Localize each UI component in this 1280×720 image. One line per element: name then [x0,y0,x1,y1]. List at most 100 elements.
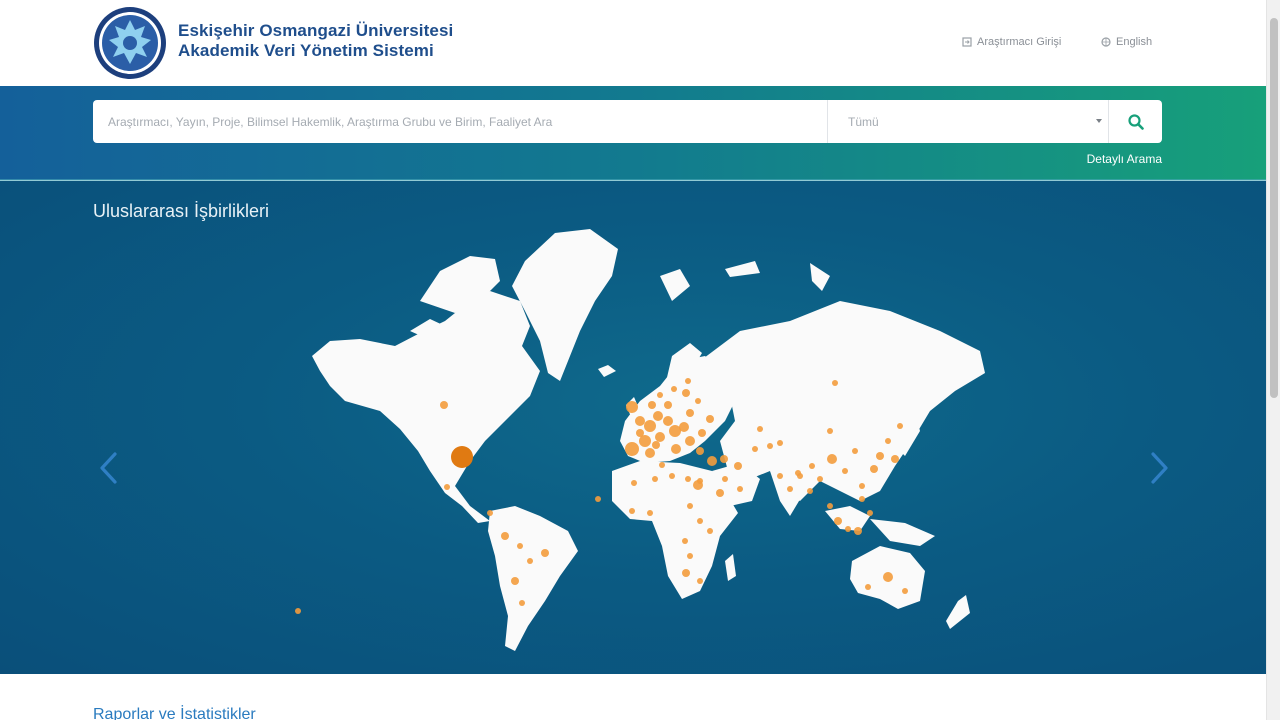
collaboration-marker[interactable] [652,441,660,449]
english-link[interactable]: English [1101,36,1152,48]
collaboration-marker[interactable] [842,468,848,474]
collaboration-marker[interactable] [511,577,519,585]
collaboration-marker[interactable] [807,488,813,494]
collaboration-marker[interactable] [885,438,891,444]
chevron-left-icon[interactable] [97,451,121,485]
collaboration-marker[interactable] [752,446,758,452]
collaboration-marker[interactable] [795,470,801,476]
collaboration-marker[interactable] [663,416,673,426]
collaboration-marker[interactable] [902,588,908,594]
university-logo[interactable] [93,6,167,80]
world-map[interactable] [290,221,1010,661]
collaboration-marker[interactable] [451,446,473,468]
collaboration-marker[interactable] [722,476,728,482]
collaboration-marker[interactable] [809,463,815,469]
collaboration-marker[interactable] [682,569,690,577]
collaboration-marker[interactable] [664,401,672,409]
collaboration-marker[interactable] [697,518,703,524]
collaboration-marker[interactable] [659,462,665,468]
collaboration-marker[interactable] [595,496,601,502]
collaboration-marker[interactable] [679,422,689,432]
collaboration-marker[interactable] [626,401,638,413]
collaboration-marker[interactable] [834,517,842,525]
advanced-search-link[interactable]: Detaylı Arama [1087,152,1162,166]
collaboration-marker[interactable] [655,432,665,442]
collaboration-marker[interactable] [734,462,742,470]
collaboration-marker[interactable] [669,473,675,479]
collaboration-marker[interactable] [541,549,549,557]
page-scrollbar[interactable] [1266,0,1280,720]
collaboration-marker[interactable] [876,452,884,460]
collaboration-marker[interactable] [827,503,833,509]
collaboration-marker[interactable] [631,480,637,486]
search-input[interactable]: Araştırmacı, Yayın, Proje, Bilimsel Hake… [93,100,828,143]
collaboration-marker[interactable] [653,411,663,421]
collaboration-marker[interactable] [648,401,656,409]
collaboration-marker[interactable] [707,528,713,534]
collaboration-marker[interactable] [832,380,838,386]
collaboration-marker[interactable] [647,510,653,516]
collaboration-marker[interactable] [687,503,693,509]
collaboration-marker[interactable] [444,484,450,490]
collaboration-marker[interactable] [671,444,681,454]
collaboration-marker[interactable] [706,415,714,423]
collaboration-marker[interactable] [652,476,658,482]
collaboration-marker[interactable] [693,480,703,490]
collaboration-marker[interactable] [827,454,837,464]
researcher-login-link[interactable]: Araştırmacı Girişi [962,36,1061,48]
collaboration-marker[interactable] [629,508,635,514]
collaboration-marker[interactable] [636,429,644,437]
site-title[interactable]: Eskişehir Osmangazi Üniversitesi Akademi… [178,21,453,61]
collaboration-marker[interactable] [870,465,878,473]
collaboration-marker[interactable] [867,510,873,516]
collaboration-marker[interactable] [859,496,865,502]
collaboration-marker[interactable] [645,448,655,458]
collaboration-marker[interactable] [845,526,851,532]
collaboration-marker[interactable] [787,486,793,492]
collaboration-marker[interactable] [757,426,763,432]
collaboration-marker[interactable] [767,443,773,449]
collaboration-marker[interactable] [697,578,703,584]
collaboration-marker[interactable] [685,476,691,482]
collaboration-marker[interactable] [716,489,724,497]
collaboration-marker[interactable] [854,527,862,535]
collaboration-marker[interactable] [440,401,448,409]
chevron-right-icon[interactable] [1147,451,1171,485]
collaboration-marker[interactable] [295,608,301,614]
collaboration-marker[interactable] [644,420,656,432]
collaboration-marker[interactable] [737,486,743,492]
collaboration-marker[interactable] [865,584,871,590]
collaboration-marker[interactable] [686,409,694,417]
collaboration-marker[interactable] [671,386,677,392]
collaboration-marker[interactable] [487,510,493,516]
scrollbar-thumb[interactable] [1270,18,1278,398]
collaboration-marker[interactable] [696,447,704,455]
collaboration-marker[interactable] [897,423,903,429]
collaboration-marker[interactable] [827,428,833,434]
collaboration-marker[interactable] [635,416,645,426]
collaboration-marker[interactable] [682,389,690,397]
collaboration-marker[interactable] [695,398,701,404]
collaboration-marker[interactable] [852,448,858,454]
search-button[interactable] [1109,100,1162,143]
collaboration-marker[interactable] [519,600,525,606]
collaboration-marker[interactable] [891,455,899,463]
collaboration-marker[interactable] [501,532,509,540]
collaboration-marker[interactable] [883,572,893,582]
collaboration-marker[interactable] [527,558,533,564]
search-type-select[interactable]: Tümü [828,100,1109,143]
collaboration-marker[interactable] [657,392,663,398]
collaboration-marker[interactable] [859,483,865,489]
collaboration-marker[interactable] [817,476,823,482]
collaboration-marker[interactable] [777,473,783,479]
collaboration-marker[interactable] [517,543,523,549]
collaboration-marker[interactable] [687,553,693,559]
collaboration-marker[interactable] [685,378,691,384]
collaboration-marker[interactable] [707,456,717,466]
collaboration-marker[interactable] [777,440,783,446]
collaboration-marker[interactable] [682,538,688,544]
collaboration-marker[interactable] [698,429,706,437]
collaboration-marker[interactable] [685,436,695,446]
collaboration-marker[interactable] [720,455,728,463]
collaboration-marker[interactable] [625,442,639,456]
